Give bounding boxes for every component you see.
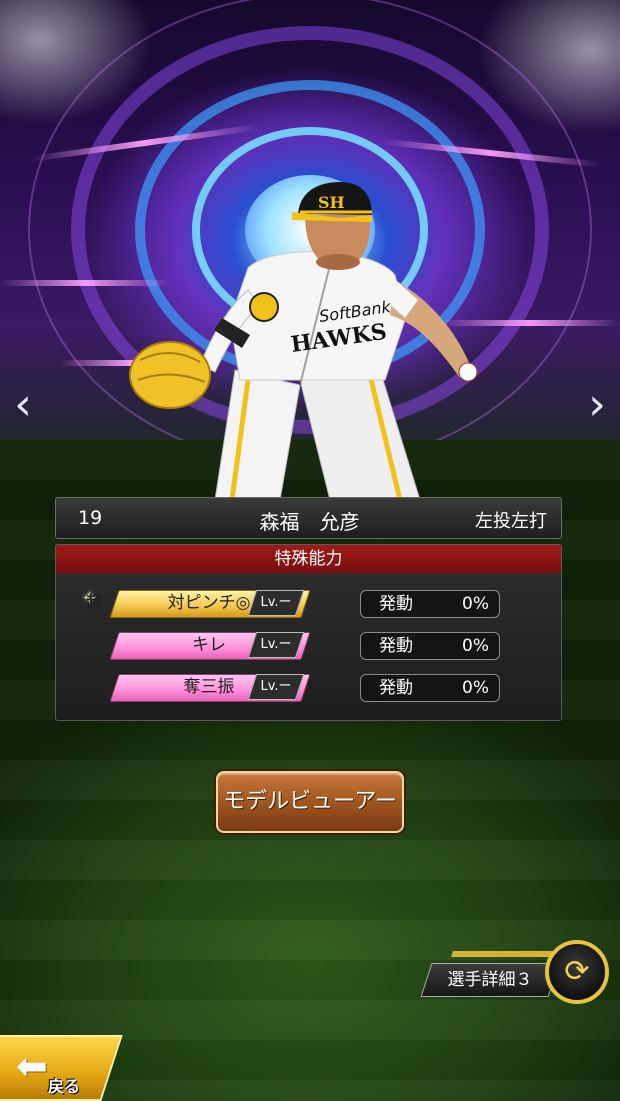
- player-detail-screen: SoftBank HAWKS SH ‹ › 19 森福 允彦 左投左打 特殊能力…: [0, 0, 620, 1101]
- trigger-rate-box: 発動 0%: [360, 632, 500, 660]
- player-figure: SoftBank HAWKS SH: [129, 182, 478, 500]
- model-viewer-button[interactable]: モデルビューアー: [216, 771, 404, 833]
- trigger-label: 発動: [379, 636, 413, 656]
- detail-accent-stripe: [451, 951, 553, 957]
- trigger-label: 発動: [379, 594, 413, 614]
- svg-text:SH: SH: [318, 193, 345, 212]
- panel-title: 特殊能力: [56, 545, 561, 573]
- player-info-bar: 19 森福 允彦 左投左打: [55, 497, 562, 539]
- trigger-rate: 0%: [462, 594, 489, 614]
- cycle-arrows-icon[interactable]: ⟳: [545, 940, 609, 1004]
- trigger-rate: 0%: [462, 678, 489, 698]
- ability-row[interactable]: キレ Lv.ー 発動 0%: [56, 632, 561, 662]
- special-abilities-panel: 特殊能力 ✦ 超 対ピンチ◎ Lv.ー 発動 0% キレ Lv.ー 発動 0%: [55, 544, 562, 721]
- ability-row[interactable]: ✦ 超 対ピンチ◎ Lv.ー 発動 0%: [56, 588, 561, 620]
- chevron-left-icon[interactable]: ‹: [8, 380, 38, 430]
- skill-level: Lv.ー: [260, 595, 292, 610]
- trigger-label: 発動: [379, 678, 413, 698]
- skill-level: Lv.ー: [260, 637, 292, 652]
- skill-level: Lv.ー: [260, 679, 292, 694]
- back-arrow-icon[interactable]: ⬅: [16, 1044, 48, 1088]
- super-prefix: 超: [86, 593, 103, 613]
- back-label[interactable]: 戻る: [48, 1073, 80, 1097]
- player-detail-label[interactable]: 選手詳細３: [426, 963, 554, 997]
- handedness: 左投左打: [475, 511, 547, 532]
- trigger-rate-box: 発動 0%: [360, 590, 500, 618]
- ability-row[interactable]: 奪三振 Lv.ー 発動 0%: [56, 674, 561, 704]
- chevron-right-icon[interactable]: ›: [582, 380, 612, 430]
- trigger-rate-box: 発動 0%: [360, 674, 500, 702]
- trigger-rate: 0%: [462, 636, 489, 656]
